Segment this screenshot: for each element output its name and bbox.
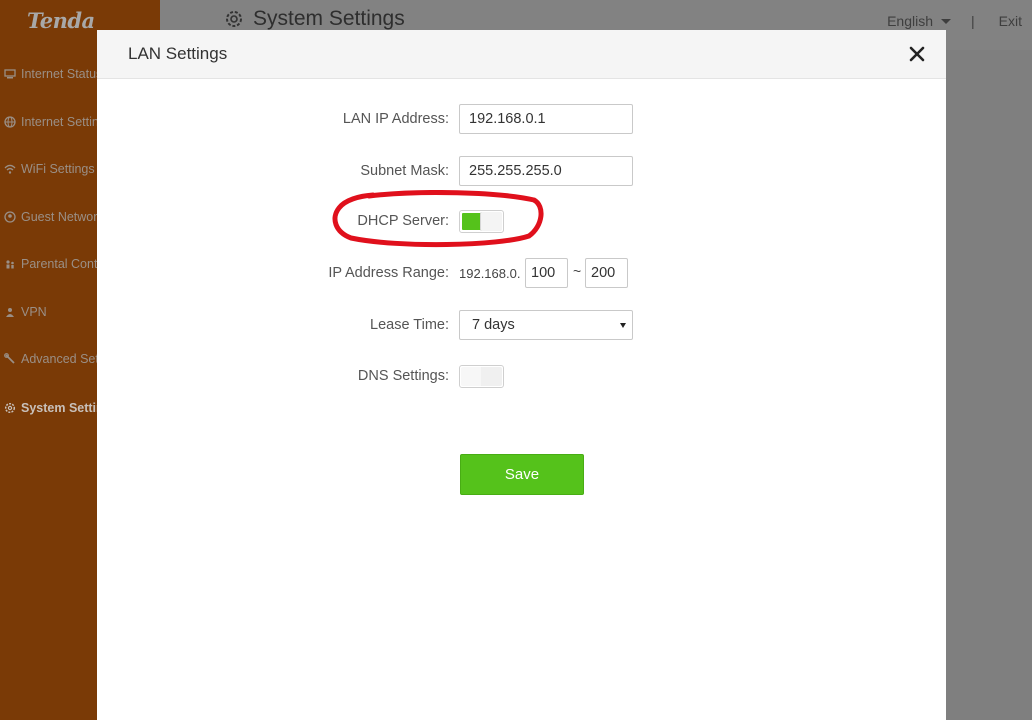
- dhcp-server-row: DHCP Server:: [97, 206, 946, 236]
- toggle-knob: [480, 212, 502, 231]
- gear-icon: [224, 9, 244, 29]
- ip-range-separator: ~: [573, 263, 582, 279]
- guest-icon: [3, 210, 17, 224]
- lease-time-row: Lease Time: 7 days: [97, 310, 946, 340]
- header-separator: |: [971, 13, 975, 29]
- lease-time-value: 7 days: [472, 317, 515, 333]
- page-title-text: System Settings: [253, 7, 405, 30]
- ip-range-start-input[interactable]: 100: [525, 258, 568, 288]
- dns-settings-label: DNS Settings:: [357, 368, 449, 384]
- gear-icon: [3, 401, 17, 415]
- chevron-down-icon[interactable]: [941, 18, 952, 24]
- vpn-icon: [3, 305, 17, 319]
- lease-time-select[interactable]: 7 days: [459, 310, 633, 340]
- close-icon: [909, 46, 925, 62]
- subnet-mask-input[interactable]: 255.255.255.0: [459, 156, 633, 186]
- dialog-header: LAN Settings: [97, 30, 946, 79]
- chevron-down-icon: [620, 323, 626, 328]
- lan-ip-label: LAN IP Address:: [342, 111, 449, 127]
- save-button[interactable]: Save: [460, 454, 584, 495]
- ip-range-label: IP Address Range:: [328, 265, 449, 281]
- toggle-on-fill: [462, 213, 482, 230]
- wifi-icon: [3, 162, 17, 176]
- subnet-mask-label: Subnet Mask:: [360, 163, 449, 179]
- toggle-track: [481, 367, 502, 386]
- dialog-title: LAN Settings: [128, 44, 228, 63]
- ip-range-row: IP Address Range: 192.168.0. 100 ~ 200: [97, 258, 946, 288]
- lease-time-label: Lease Time:: [370, 317, 449, 333]
- lan-ip-input[interactable]: 192.168.0.1: [459, 104, 633, 134]
- monitor-icon: [3, 67, 17, 81]
- sidebar-item-label: Guest Network: [21, 210, 104, 224]
- content-background: [946, 50, 1032, 720]
- sidebar-item-label: Internet Status: [21, 67, 103, 81]
- tenda-logo: Tenda: [27, 8, 95, 33]
- parental-icon: [3, 257, 17, 271]
- lan-settings-dialog: LAN Settings LAN IP Address: 192.168.0.1…: [97, 30, 946, 720]
- wrench-icon: [3, 352, 17, 366]
- dns-settings-row: DNS Settings:: [97, 361, 946, 391]
- exit-link[interactable]: Exit: [999, 13, 1022, 29]
- dhcp-server-label: DHCP Server:: [357, 213, 449, 229]
- lan-ip-row: LAN IP Address: 192.168.0.1: [97, 104, 946, 134]
- toggle-knob: [461, 367, 483, 386]
- close-button[interactable]: [908, 45, 926, 63]
- sidebar-item-label: WiFi Settings: [21, 162, 95, 176]
- ip-range-prefix: 192.168.0.: [459, 266, 521, 281]
- sidebar-item-label: VPN: [21, 305, 47, 319]
- subnet-mask-row: Subnet Mask: 255.255.255.0: [97, 156, 946, 186]
- header-actions: English | Exit: [887, 13, 1022, 29]
- dns-settings-toggle[interactable]: [459, 365, 504, 388]
- page-title: System Settings: [224, 7, 405, 31]
- language-select[interactable]: English: [887, 13, 933, 29]
- ip-range-end-input[interactable]: 200: [585, 258, 628, 288]
- dhcp-server-toggle[interactable]: [459, 210, 504, 233]
- globe-icon: [3, 115, 17, 129]
